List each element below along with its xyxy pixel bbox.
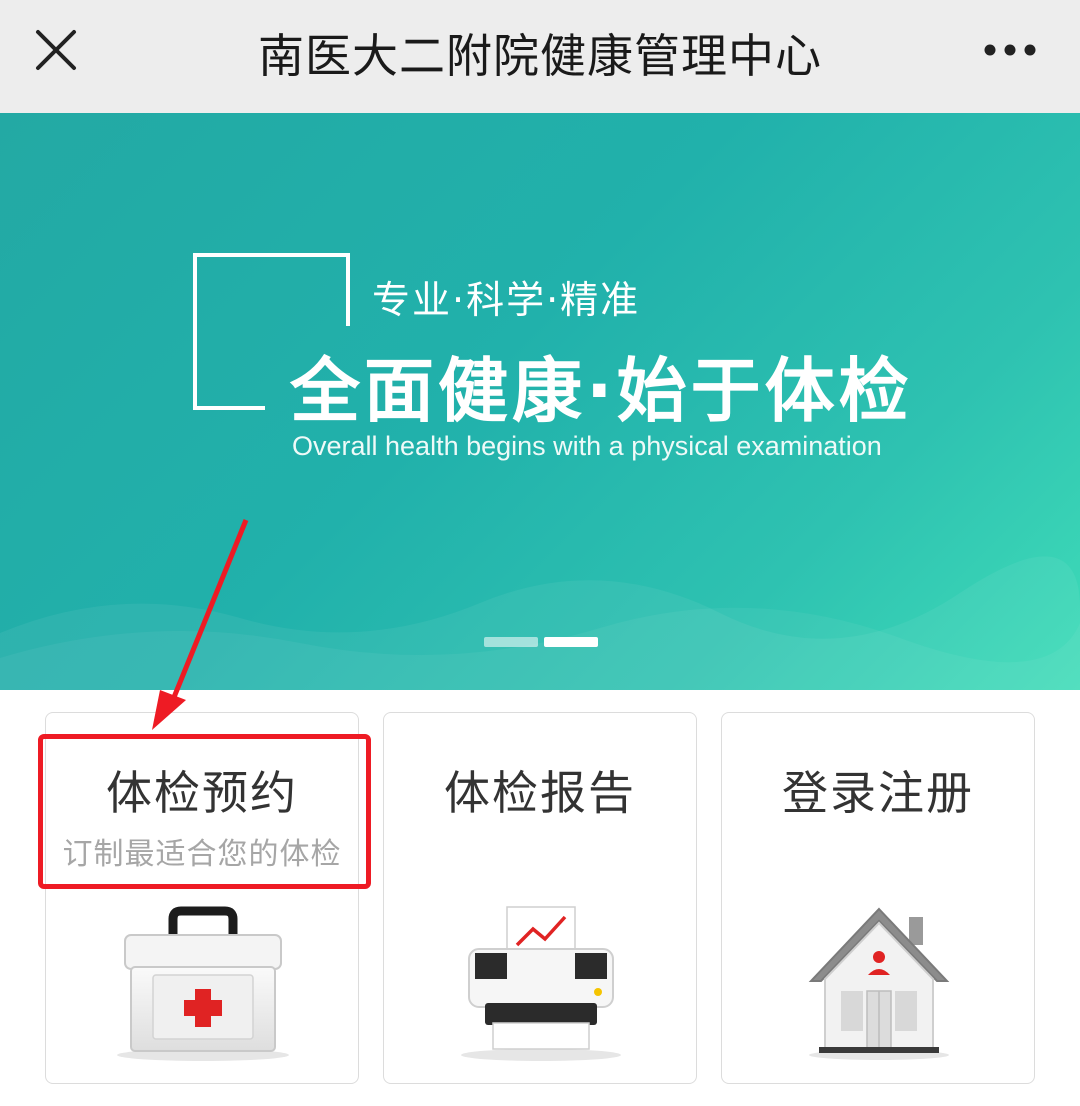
house-user-icon [808,907,950,1060]
medical-kit-icon [117,906,289,1061]
more-options-icon[interactable] [980,32,1040,68]
promo-banner[interactable]: 专业·科学·精准 全面健康·始于体检 Overall health begins… [0,113,1080,690]
carousel-dot-1[interactable] [484,637,538,647]
banner-slogan-small: 专业·科学·精准 [372,278,641,322]
top-navigation-bar: 南医大二附院健康管理中心 [0,0,1080,113]
banner-slogan-english: Overall health begins with a physical ex… [292,431,882,461]
carousel-dot-2[interactable] [544,637,598,647]
card-title: 体检报告 [444,766,636,820]
annotation-highlight-box [38,734,371,889]
banner-slogan-main: 全面健康·始于体检 [290,350,913,432]
card-exam-report[interactable]: 体检报告 [383,712,697,1084]
card-title: 登录注册 [782,766,974,820]
printer-report-icon [461,906,621,1061]
card-login-register[interactable]: 登录注册 [721,712,1035,1084]
page-title: 南医大二附院健康管理中心 [258,29,822,83]
carousel-indicator [484,637,598,647]
